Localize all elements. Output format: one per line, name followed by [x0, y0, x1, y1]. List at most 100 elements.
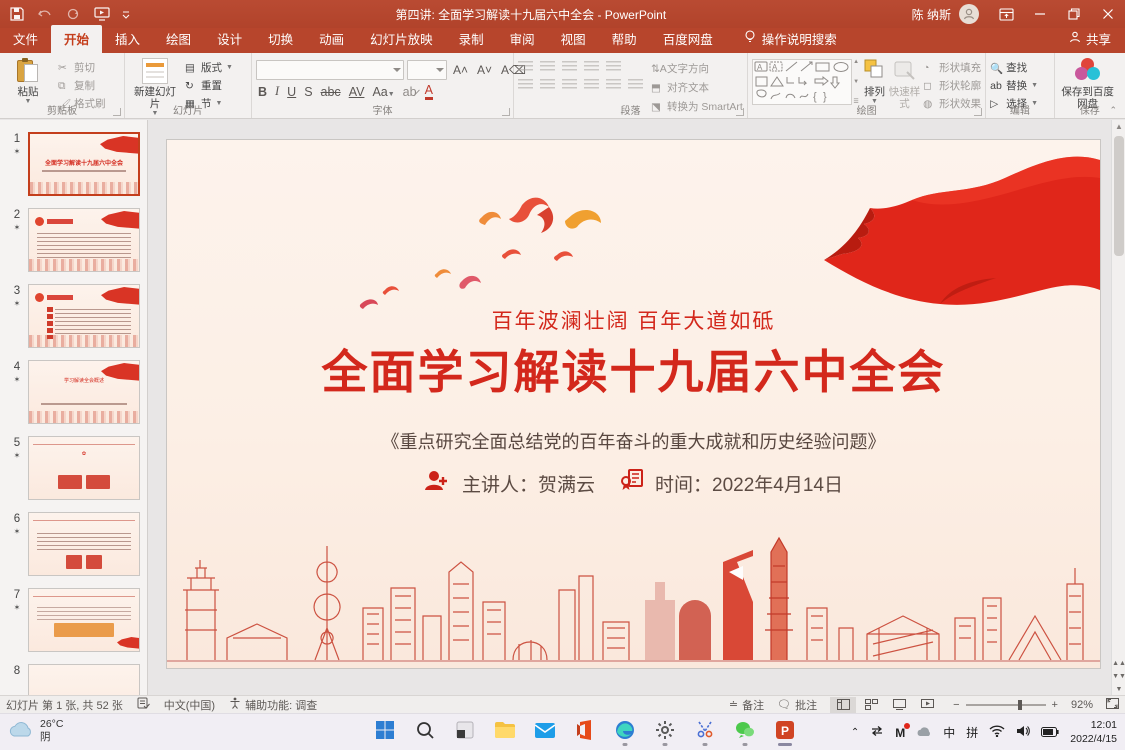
font-color-button[interactable]: A: [424, 84, 433, 100]
thumbnail-slide-8[interactable]: 8: [6, 664, 147, 695]
scrollbar-thumb[interactable]: [1114, 136, 1124, 256]
slide-subtitle[interactable]: 百年波澜壮阔 百年大道如砥: [167, 305, 1100, 335]
thumbnail-slide-3[interactable]: 3 ✶: [6, 284, 147, 348]
find-button[interactable]: 🔍 查找: [990, 60, 1038, 75]
shape-fill-button[interactable]: ◔ 形状填充: [923, 60, 981, 75]
tab-baidu-netdisk[interactable]: 百度网盘: [650, 25, 726, 53]
restore-button[interactable]: [1057, 0, 1091, 28]
settings-icon[interactable]: [652, 717, 678, 746]
increase-indent-icon[interactable]: [583, 61, 599, 73]
minimize-button[interactable]: [1023, 0, 1057, 28]
shadow-button[interactable]: S: [304, 85, 312, 99]
snipping-tool-icon[interactable]: [692, 717, 718, 746]
tell-me-search[interactable]: 操作说明搜索: [744, 29, 837, 53]
slide-meta-row[interactable]: 主讲人：贺满云 时间：2022年4月14日: [167, 468, 1100, 498]
tab-help[interactable]: 帮助: [599, 25, 650, 53]
underline-button[interactable]: U: [287, 85, 296, 99]
task-view-icon[interactable]: [452, 717, 478, 743]
slide-thumbnail-panel[interactable]: 1 ✶ 全面学习解读十九届六中全会 2 ✶ 3 ✶ 4 ✶ 学习解读全会概述 5 ✶ ✿ …: [0, 120, 148, 695]
grow-font-button[interactable]: A˄: [450, 63, 471, 77]
italic-button[interactable]: I: [275, 84, 279, 99]
scroll-up-icon[interactable]: ▲: [1112, 120, 1125, 134]
notes-button[interactable]: ≐ 备注: [729, 697, 764, 713]
tab-transitions[interactable]: 切换: [255, 25, 306, 53]
tab-draw[interactable]: 绘图: [153, 25, 204, 53]
layout-button[interactable]: ▤ 版式 ▼: [185, 60, 233, 75]
slide-1-canvas[interactable]: 百年波澜壮阔 百年大道如砥 全面学习解读十九届六中全会 《重点研究全面总结党的百…: [167, 140, 1100, 668]
paste-button[interactable]: 粘贴 ▼: [4, 56, 52, 106]
customize-qat-icon[interactable]: [122, 7, 130, 21]
thumbnail-slide-6[interactable]: 6 ✶: [6, 512, 147, 576]
search-icon[interactable]: [412, 717, 438, 743]
distribute-icon[interactable]: [605, 79, 621, 91]
bullets-icon[interactable]: [517, 61, 533, 73]
account-name[interactable]: 陈 纳斯: [912, 6, 951, 23]
wifi-icon[interactable]: [989, 725, 1005, 740]
numbering-icon[interactable]: [539, 61, 555, 73]
slide-counter[interactable]: 幻灯片 第 1 张, 共 52 张: [6, 697, 123, 713]
close-button[interactable]: [1091, 0, 1125, 28]
edge-icon[interactable]: [612, 717, 638, 746]
paragraph-dialog-launcher[interactable]: [736, 108, 745, 116]
language-indicator[interactable]: 中文(中国): [164, 697, 215, 713]
ime-language-indicator[interactable]: 中: [943, 724, 955, 741]
arrange-button[interactable]: 排列 ▼: [861, 56, 888, 106]
ime-mode-indicator[interactable]: 拼: [966, 724, 978, 741]
shapes-gallery-scroll[interactable]: ▲ ▼ ☰: [853, 59, 859, 105]
zoom-slider[interactable]: [965, 699, 1046, 710]
zoom-in-button[interactable]: +: [1052, 699, 1058, 711]
office-icon[interactable]: [572, 717, 598, 743]
slide-subline[interactable]: 《重点研究全面总结党的百年奋斗的重大成就和历史经验问题》: [167, 428, 1100, 454]
text-direction-button[interactable]: ⇅A 文字方向: [651, 61, 743, 76]
strikethrough-button[interactable]: abc: [321, 85, 341, 99]
align-right-icon[interactable]: [561, 79, 577, 91]
font-size-input[interactable]: [406, 60, 447, 80]
line-spacing-icon[interactable]: [605, 61, 621, 73]
justify-icon[interactable]: [583, 79, 599, 91]
file-explorer-icon[interactable]: [492, 717, 518, 743]
thumbnail-slide-1[interactable]: 1 ✶ 全面学习解读十九届六中全会: [6, 132, 147, 196]
clipboard-dialog-launcher[interactable]: [113, 108, 121, 116]
battery-icon[interactable]: [1041, 726, 1059, 740]
redo-icon[interactable]: [66, 7, 80, 21]
normal-view-button[interactable]: [830, 696, 857, 713]
powerpoint-taskbar-icon[interactable]: P: [772, 717, 798, 746]
bold-button[interactable]: B: [258, 85, 267, 99]
tab-review[interactable]: 审阅: [497, 25, 548, 53]
zoom-slider-thumb[interactable]: [1017, 699, 1022, 710]
highlight-button[interactable]: ab̷: [403, 85, 417, 99]
change-case-button[interactable]: Aa▼: [372, 85, 394, 99]
zoom-out-button[interactable]: −: [953, 699, 959, 711]
reset-button[interactable]: ↻ 重置: [185, 78, 233, 93]
collapse-ribbon-icon[interactable]: ⌃: [1109, 105, 1117, 116]
tab-file[interactable]: 文件: [0, 25, 51, 53]
undo-icon[interactable]: [38, 7, 52, 21]
thumbnail-slide-4[interactable]: 4 ✶ 学习解读全会概述: [6, 360, 147, 424]
gallery-down-icon[interactable]: ▼: [853, 79, 859, 85]
font-dialog-launcher[interactable]: [501, 108, 510, 116]
spellcheck-icon[interactable]: [137, 697, 150, 712]
mail-icon[interactable]: [532, 717, 558, 743]
drawing-dialog-launcher[interactable]: [974, 108, 983, 116]
comments-button[interactable]: 🗨 批注: [777, 697, 817, 713]
volume-icon[interactable]: [1016, 725, 1031, 740]
weather-widget[interactable]: 26°C 阴: [8, 718, 63, 744]
previous-slide-icon[interactable]: ▲▲: [1112, 660, 1125, 667]
tab-animations[interactable]: 动画: [306, 25, 357, 53]
taskbar-clock[interactable]: 12:01 2022/4/15: [1070, 719, 1121, 746]
zoom-percentage[interactable]: 92%: [1071, 699, 1093, 711]
reading-view-button[interactable]: [886, 697, 912, 713]
shrink-font-button[interactable]: A˅: [474, 63, 495, 77]
thumbnail-slide-2[interactable]: 2 ✶: [6, 208, 147, 272]
tray-expand-icon[interactable]: ⌃: [851, 727, 859, 738]
scroll-down-icon[interactable]: ▼: [1116, 686, 1123, 693]
tab-home[interactable]: 开始: [51, 25, 103, 53]
thumbnail-slide-5[interactable]: 5 ✶ ✿: [6, 436, 147, 500]
share-button[interactable]: 共享: [1055, 25, 1125, 53]
shape-outline-button[interactable]: ◻ 形状轮廓: [923, 78, 981, 93]
tab-slideshow[interactable]: 幻灯片放映: [357, 25, 446, 53]
accessibility-status[interactable]: 辅助功能: 调查: [229, 697, 317, 713]
decrease-indent-icon[interactable]: [561, 61, 577, 73]
align-text-button[interactable]: ⬒ 对齐文本: [651, 80, 743, 95]
align-center-icon[interactable]: [539, 79, 555, 91]
